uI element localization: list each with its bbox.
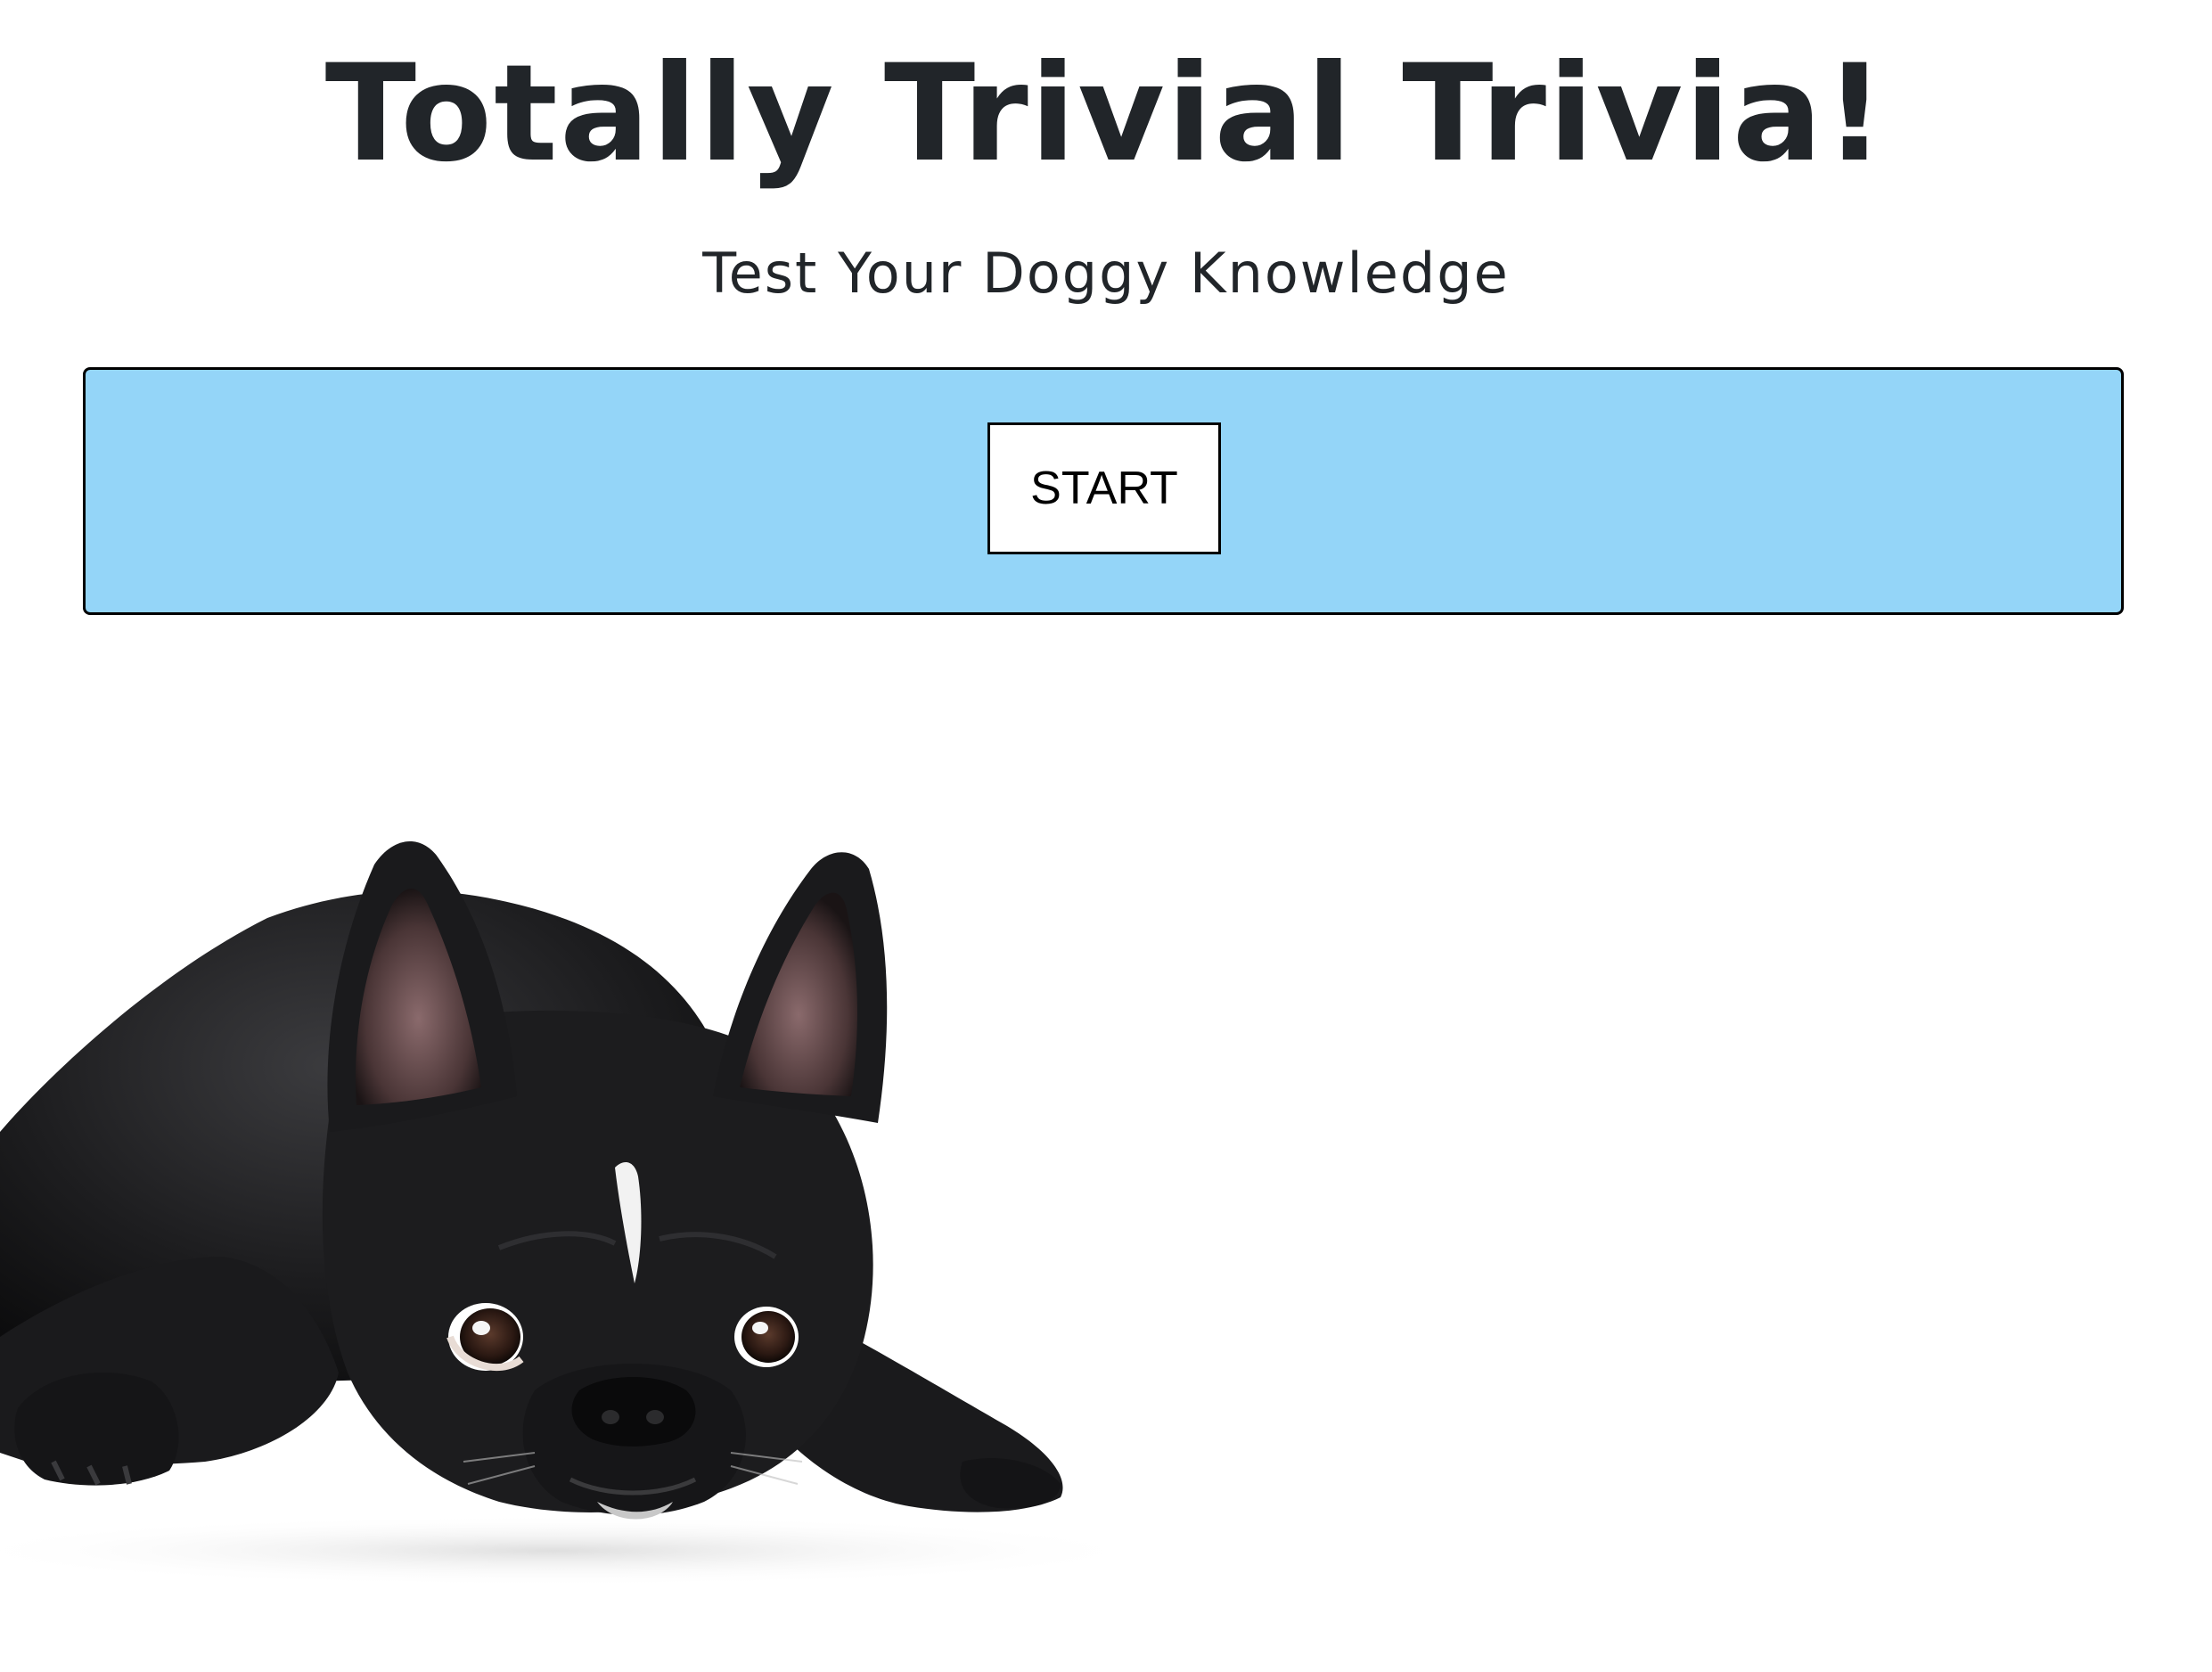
page-subtitle: Test Your Doggy Knowledge xyxy=(702,241,1510,306)
page-title: Totally Trivial Trivia! xyxy=(324,37,1888,192)
start-button[interactable]: START xyxy=(987,422,1221,554)
dog-image xyxy=(0,838,1159,1595)
